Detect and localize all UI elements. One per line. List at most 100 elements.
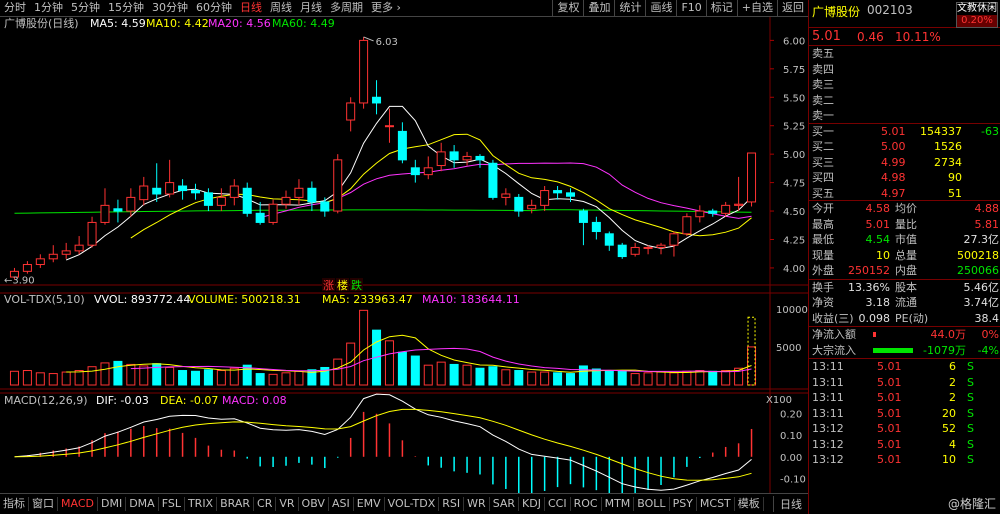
toolbar-button-0[interactable]: 复权 [552, 0, 583, 16]
volume-bar [165, 366, 175, 386]
indicator-tab-23[interactable]: MCST [697, 497, 735, 511]
tick-time: 13:11 [812, 360, 844, 373]
indicator-tab-24[interactable]: 模板 [735, 497, 764, 511]
period-tab-5[interactable]: 60分钟 [192, 0, 236, 16]
toolbar-button-1[interactable]: 叠加 [583, 0, 614, 16]
volume-bar [87, 366, 97, 386]
indicator-tab-0[interactable]: 指标 [0, 497, 29, 511]
volume-bar [333, 358, 343, 386]
period-tab-6[interactable]: 日线 [236, 0, 266, 16]
indicator-tab-15[interactable]: WR [464, 497, 490, 511]
indicator-tab-19[interactable]: ROC [571, 497, 602, 511]
indicator-tab-12[interactable]: EMV [354, 497, 385, 511]
indicator-tab-4[interactable]: DMA [126, 497, 159, 511]
indicator-tab-11[interactable]: ASI [329, 497, 354, 511]
indicator-tab-13[interactable]: VOL-TDX [385, 497, 440, 511]
orderbook-volume: 90 [948, 171, 962, 184]
stat-label: PE(动) [895, 311, 929, 325]
indicator-tab-21[interactable]: BOLL [634, 497, 670, 511]
volume-bar [74, 370, 84, 386]
stat-label: 内盘 [895, 264, 917, 277]
toolbar-button-6[interactable]: +自选 [736, 0, 777, 16]
volume-bar [281, 372, 291, 386]
price-axis-label: 6.00 [783, 36, 805, 47]
stat-label: 最高 [812, 217, 834, 231]
indicator-tab-3[interactable]: DMI [98, 497, 127, 511]
indicator-tab-10[interactable]: OBV [299, 497, 329, 511]
indicator-tab-6[interactable]: TRIX [185, 497, 218, 511]
toolbar-button-4[interactable]: F10 [676, 0, 705, 16]
macd-legend: MACD: 0.08 [222, 394, 287, 407]
indicator-tab-22[interactable]: PSY [670, 497, 697, 511]
indicator-tab-8[interactable]: CR [254, 497, 277, 511]
candle-body [410, 167, 420, 176]
candle-body [35, 258, 45, 266]
toolbar-button-2[interactable]: 统计 [614, 0, 645, 16]
indicator-tab-9[interactable]: VR [276, 497, 299, 511]
orderbook-label: 卖四 [812, 62, 834, 76]
stat-value: 3.18 [865, 296, 891, 309]
flow-label: 净流入额 [812, 328, 856, 341]
period-tab-1[interactable]: 1分钟 [30, 0, 67, 16]
orderbook-volume: 1526 [934, 140, 962, 153]
stat-value: 0.098 [858, 311, 891, 325]
macd-axis-label: 0.20 [780, 410, 802, 421]
flow-row: 净流入额 44.0万 0% [809, 327, 1000, 343]
candle-body [113, 208, 123, 212]
candle-body [48, 253, 58, 260]
stat-value: 5.01 [865, 217, 891, 231]
toolbar-button-5[interactable]: 标记 [705, 0, 737, 16]
flow-block: 净流入额 44.0万 0% 大宗流入 -1079万 -4% [809, 327, 1000, 359]
orderbook-price: 5.01 [881, 124, 906, 138]
candle-body [721, 204, 731, 214]
indicator-tab-16[interactable]: SAR [490, 497, 520, 511]
candle-body [152, 187, 162, 195]
indicator-tab-strip: 指标 窗口 MACD DMI DMA FSL TRIX BRAR CR VR OBV ASI EMV VO… [0, 493, 808, 514]
indicator-tab-7[interactable]: BRAR [217, 497, 255, 511]
stat-row: 最高 5.01 量比 5.81 [809, 217, 1000, 233]
volume-bar [514, 370, 524, 386]
stat-row: 外盘 250152 内盘 250066 [809, 263, 1000, 279]
period-tab-0[interactable]: 分时 [0, 0, 30, 16]
toolbar-button-7[interactable]: 返回 [777, 0, 808, 16]
period-tab-3[interactable]: 15分钟 [104, 0, 148, 16]
indicator-tab-2[interactable]: MACD [58, 497, 98, 511]
stat-value: 5.81 [974, 217, 1000, 231]
bottom-right-tab[interactable]: 日线 [773, 496, 808, 512]
stat-value: 4.54 [865, 233, 891, 246]
indicator-tab-20[interactable]: MTM [602, 497, 635, 511]
indicator-tab-18[interactable]: CCI [545, 497, 571, 511]
candle-body [216, 196, 226, 206]
period-tab-7[interactable]: 周线 [266, 0, 296, 16]
indicator-tab-17[interactable]: KDJ [519, 497, 545, 511]
kline-chart[interactable]: 6.00 5.75 5.50 5.25 5.00 4.75 4.50 4.25 4.00 广博股份… [0, 17, 808, 514]
volume-bar [423, 364, 433, 386]
period-tab-9[interactable]: 多周期 [326, 0, 367, 16]
candle-body [462, 155, 472, 161]
toolbar-button-3[interactable]: 画线 [645, 0, 676, 16]
candle-body [488, 162, 498, 198]
indicator-tab-1[interactable]: 窗口 [29, 497, 58, 511]
sector-badge[interactable]: 文教休闲 0.20% [956, 2, 998, 28]
candle-body [734, 203, 744, 206]
volume-bar [462, 364, 472, 386]
candle-body [527, 204, 537, 210]
orderbook-row: 买一 5.01 154337 -63 [809, 124, 1000, 140]
period-tab-2[interactable]: 5分钟 [67, 0, 104, 16]
candle-body [384, 125, 394, 128]
low-label: ←3.90 [4, 275, 35, 286]
volume-bar [113, 360, 123, 386]
candle-body [578, 210, 588, 223]
orderbook-label: 买四 [812, 171, 834, 184]
high-label: 6.03 [376, 37, 398, 48]
period-tab-4[interactable]: 30分钟 [148, 0, 192, 16]
indicator-tab-5[interactable]: FSL [159, 497, 185, 511]
volume-bar [126, 363, 136, 386]
price-axis-label: 4.25 [783, 235, 805, 246]
period-tab-8[interactable]: 月线 [296, 0, 326, 16]
indicator-tab-14[interactable]: RSI [439, 497, 465, 511]
volume-bar [346, 342, 356, 386]
period-tab-10[interactable]: 更多 › [367, 0, 405, 16]
quote-panel: 广博股份 002103 文教休闲 0.20% 5.01 0.46 10.11% … [808, 0, 1000, 514]
tick-direction: S [967, 422, 974, 435]
